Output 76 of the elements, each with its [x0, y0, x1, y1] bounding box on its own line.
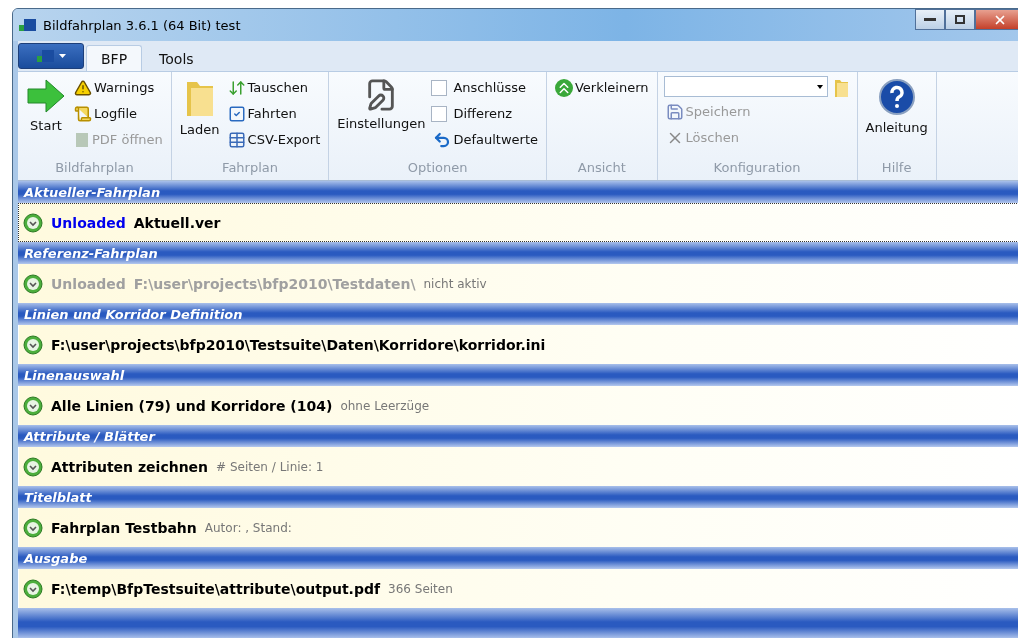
expand-icon[interactable]	[23, 395, 43, 416]
ribbon-button[interactable]: Fahrten	[225, 102, 323, 125]
row-text: ohne Leerzüge	[340, 398, 430, 413]
maximize-icon	[955, 15, 965, 24]
row-text: # Seiten / Linie: 1	[216, 459, 324, 474]
row-text: Fahrplan Testbahn	[51, 519, 197, 536]
save-icon	[665, 102, 684, 121]
section-title: Linien und Korridor Definition	[24, 306, 243, 322]
caret-icon	[58, 54, 66, 58]
group-label: Hilfe	[880, 159, 913, 177]
ribbon-tab[interactable]: Tools	[144, 45, 209, 71]
checkbox-icon	[227, 104, 246, 123]
ribbon-button[interactable]: Warnings	[72, 76, 165, 99]
group-label: Konfiguration	[712, 159, 802, 177]
ribbon-button[interactable]: Logfile	[72, 102, 165, 125]
row-text: 366 Seiten	[388, 581, 453, 596]
help-icon	[877, 78, 916, 116]
row-text: F:\user\projects\bfp2010\Testdaten\	[133, 275, 416, 292]
row-text: Unloaded	[51, 214, 126, 231]
row-text: Alle Linien (79) und Korridore (104)	[51, 397, 333, 414]
scroll-icon	[74, 104, 92, 123]
undo-icon	[433, 130, 452, 149]
checkbox-label: Anschlüsse	[453, 80, 527, 95]
folder-icon	[833, 77, 849, 98]
section-title: Linenauswahl	[24, 367, 125, 383]
expand-icon[interactable]	[23, 517, 43, 538]
chevrons-up-icon	[555, 78, 573, 97]
section-title: Titelblatt	[24, 489, 92, 505]
section-row[interactable]: Unloaded Aktuell.ver	[18, 203, 1018, 242]
expand-icon[interactable]	[23, 273, 43, 294]
ribbon-tab[interactable]: BFP	[86, 45, 143, 71]
checkbox[interactable]	[431, 105, 448, 122]
row-text: F:\user\projects\bfp2010\Testsuite\Daten\Korridore\korridor.ini	[51, 336, 546, 353]
row-text: Aktuell.ver	[133, 214, 221, 231]
section-title: Aktueller-Fahrplan	[24, 184, 161, 200]
window-title: Bildfahrplan 3.6.1 (64 Bit) test	[43, 17, 241, 33]
ribbon-button[interactable]: Start	[24, 76, 68, 135]
expand-icon[interactable]	[23, 456, 43, 477]
logo-icon	[36, 50, 55, 62]
ribbon-button[interactable]: CSV-Export	[225, 128, 323, 151]
ribbon-button[interactable]: Einstellungen	[335, 76, 428, 133]
row-text: Autor: , Stand:	[204, 520, 292, 535]
ribbon-button[interactable]: Anleitung	[863, 76, 930, 137]
ribbon-button[interactable]: Tauschen	[225, 76, 323, 99]
app-menu-button[interactable]	[18, 43, 84, 69]
maximize-button[interactable]	[945, 9, 975, 30]
warning-icon	[74, 78, 92, 97]
group-label: Optionen	[406, 159, 469, 177]
group-label: Ansicht	[576, 159, 627, 177]
expand-icon[interactable]	[23, 334, 43, 355]
ribbon-button[interactable]: Defaultwerte	[431, 128, 540, 151]
group-label: Fahrplan	[221, 159, 279, 177]
arrow-right-icon	[26, 78, 66, 114]
dropdown-icon	[816, 84, 823, 89]
table-icon	[227, 130, 246, 149]
row-text: Unloaded	[51, 275, 126, 292]
checkbox-label: Differenz	[453, 106, 513, 121]
ribbon-button[interactable]: Verkleinern	[553, 76, 651, 99]
row-text: F:\temp\BfpTestsuite\attribute\output.pdf	[51, 580, 381, 597]
row-text: Attributen zeichnen	[51, 458, 209, 475]
ribbon-button[interactable]: Laden	[177, 76, 222, 139]
section-title: Ausgabe	[24, 550, 88, 566]
expand-icon[interactable]	[23, 578, 43, 599]
checkbox[interactable]	[431, 79, 448, 96]
combo-field[interactable]	[663, 76, 828, 97]
minimize-button[interactable]	[915, 9, 945, 30]
minimize-icon	[924, 17, 936, 22]
section-title: Referenz-Fahrplan	[24, 245, 158, 261]
close-button[interactable]	[975, 9, 1018, 30]
document-icon	[74, 131, 90, 148]
row-text: nicht aktiv	[423, 276, 487, 291]
group-label: Bildfahrplan	[54, 159, 135, 177]
section-title: Attribute / Blätter	[24, 428, 155, 444]
expand-icon[interactable]	[23, 212, 43, 233]
swap-arrows-icon	[227, 78, 246, 97]
logo-icon	[19, 19, 37, 31]
